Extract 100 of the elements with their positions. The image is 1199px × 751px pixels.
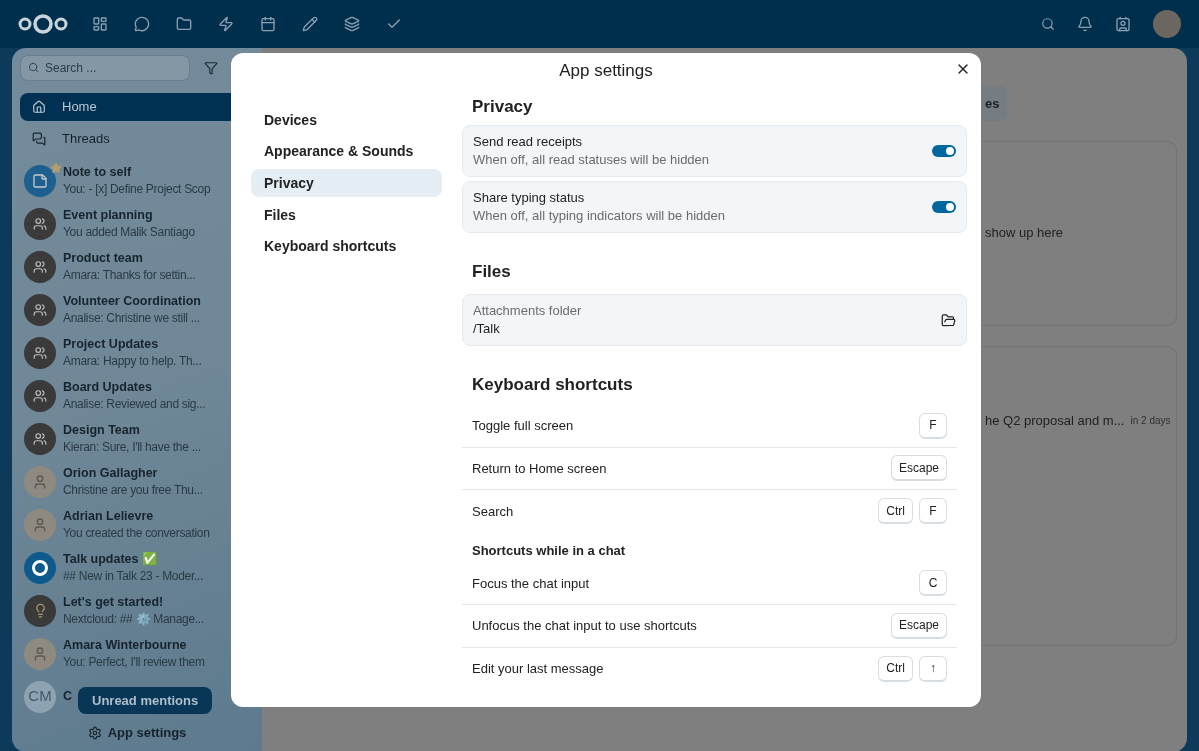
filter-button[interactable]: es	[981, 86, 1008, 121]
conversation-item[interactable]: Board Updates Analise: Reviewed and sig...	[20, 374, 254, 417]
settings-nav-item[interactable]: Devices	[251, 106, 442, 134]
conversation-title: Amara Winterbourne	[63, 636, 188, 654]
settings-nav-item[interactable]: Appearance & Sounds	[251, 137, 442, 166]
key-cap: Escape	[890, 455, 947, 482]
chat-icon[interactable]	[132, 14, 152, 34]
conversation-item[interactable]: Project Updates Amara: Happy to help. Th...	[20, 331, 254, 374]
folder-icon[interactable]	[941, 312, 956, 328]
conversation-item[interactable]: Adrian Lelievre You created the conversation	[20, 503, 254, 546]
conversation-preview: Analise: Christine we still ...	[63, 309, 201, 327]
group-avatar	[24, 207, 56, 240]
conversation-item[interactable]: Event planning You added Malik Santiago	[20, 202, 254, 245]
conversation-preview: You created the conversation	[63, 524, 210, 542]
conversation-preview: Amara: Thanks for settin...	[63, 266, 196, 284]
shortcut-label: Return to Home screen	[472, 459, 607, 478]
conversation-item[interactable]: Product team Amara: Thanks for settin...	[20, 245, 254, 288]
setting-description: When off, all read statuses will be hidden	[473, 151, 710, 169]
key-cap: ↑	[919, 655, 947, 682]
card-text: show up here	[985, 223, 1064, 242]
key-cap: Ctrl	[878, 498, 913, 525]
unread-mentions-button[interactable]: Unread mentions	[78, 687, 213, 714]
section-heading: Privacy	[471, 96, 534, 119]
speech-bubbles-icon	[32, 132, 46, 146]
lightning-icon[interactable]	[216, 14, 236, 34]
key-cap: Ctrl	[878, 655, 913, 682]
shortcut-label: Edit your last message	[472, 660, 604, 678]
conversation-title: Talk updates ✅	[63, 550, 159, 568]
conversation-title: Note to self	[63, 163, 133, 181]
logo-icon	[18, 13, 68, 35]
initials-avatar: CM	[24, 680, 56, 713]
toggle-switch[interactable]	[932, 145, 956, 157]
bell-icon[interactable]	[1077, 16, 1093, 32]
field-label: Attachments folder	[473, 302, 582, 320]
settings-nav-item[interactable]: Keyboard shortcuts	[251, 232, 442, 261]
pencil-icon[interactable]	[300, 14, 320, 34]
conversation-title: Project Updates	[63, 335, 160, 353]
note-avatar	[24, 164, 56, 197]
search-field[interactable]: Search ...	[20, 55, 190, 81]
conversation-title: Board Updates	[63, 378, 153, 396]
settings-nav-item[interactable]: Privacy	[251, 169, 442, 198]
setting-label: Send read receipts	[473, 133, 584, 151]
section-heading: Files	[471, 261, 512, 284]
conversation-title: Volunteer Coordination	[63, 292, 201, 310]
dashboard-icon[interactable]	[90, 14, 110, 34]
conversation-title: Adrian Lelievre	[63, 507, 155, 525]
settings-nav-item[interactable]: Files	[251, 201, 442, 230]
key-cap: F	[919, 412, 947, 439]
due-time: in 2 days	[1130, 414, 1171, 428]
subheading: Shortcuts while in a chat	[472, 542, 626, 560]
stack-icon[interactable]	[342, 14, 362, 34]
group-avatar	[24, 250, 56, 283]
key-cap: Escape	[890, 612, 947, 639]
search-icon[interactable]	[1041, 17, 1055, 31]
section-heading: Keyboard shortcuts	[471, 374, 634, 397]
nav-item[interactable]: Threads	[20, 125, 254, 153]
conversation-preview: Nextcloud: ## ⚙ Manage...	[63, 610, 204, 628]
conversation-item[interactable]: Volunteer Coordination Analise: Christine we still ...	[20, 288, 254, 331]
dialog-title: App settings	[559, 60, 653, 83]
conversation-title: Let's get started!	[63, 593, 165, 611]
conversation-preview: Christine are you free Thu...	[63, 481, 203, 499]
setting-label: Share typing status	[473, 189, 586, 207]
conversation-preview: You added Malik Santiago	[63, 223, 195, 241]
lightbulb-avatar	[24, 594, 56, 627]
conversation-title: C	[63, 688, 73, 705]
group-avatar	[24, 336, 56, 369]
shortcut-label: Toggle full screen	[472, 417, 574, 435]
conversation-title: Event planning	[63, 206, 154, 224]
folder-field[interactable]: Attachments folder /Talk	[462, 294, 967, 346]
card-text: he Q2 proposal and m...	[985, 412, 1125, 430]
conversation-item[interactable]: Orion Gallagher Christine are you free Thu...	[20, 460, 254, 503]
talk-avatar	[24, 551, 56, 584]
field-value: /Talk	[473, 320, 501, 338]
shortcut-label: Search	[472, 502, 514, 521]
user-avatar[interactable]	[1153, 10, 1181, 38]
conversation-preview: You: Perfect, I'll review them	[63, 653, 205, 671]
conversation-item[interactable]: Talk updates ✅ ## New in Talk 23 - Moder...	[20, 546, 254, 589]
conversation-title: Design Team	[63, 421, 141, 439]
search-icon	[28, 62, 39, 73]
shortcut-label: Focus the chat input	[472, 574, 590, 593]
conversation-item[interactable]: Amara Winterbourne You: Perfect, I'll review them	[20, 632, 254, 675]
conversation-preview: Analise: Reviewed and sig...	[63, 395, 206, 413]
toggle-switch[interactable]	[932, 201, 956, 213]
shortcut-label: Unfocus the chat input to use shortcuts	[472, 617, 697, 635]
gear-icon	[87, 726, 102, 740]
conversation-item[interactable]: Note to self You: - [x] Define Project Scop	[20, 159, 254, 202]
conversation-item[interactable]: Design Team Kieran: Sure, I'll have the ...	[20, 417, 254, 460]
person-avatar	[24, 508, 56, 541]
person-avatar	[24, 637, 56, 670]
key-cap: C	[919, 570, 947, 597]
filter-icon[interactable]	[204, 61, 218, 75]
group-avatar	[24, 293, 56, 326]
calendar-icon[interactable]	[258, 14, 278, 34]
conversation-item[interactable]: Let's get started! Nextcloud: ## ⚙ Manage...	[20, 589, 254, 632]
contacts-icon[interactable]	[1115, 16, 1131, 32]
conversation-preview: Amara: Happy to help. Th...	[63, 352, 202, 370]
setting-description: When off, all typing indicators will be hidden	[473, 207, 725, 225]
conversation-preview: Kieran: Sure, I'll have the ...	[63, 438, 201, 456]
app-settings-button[interactable]: App settings	[87, 718, 187, 748]
person-avatar	[24, 465, 56, 498]
